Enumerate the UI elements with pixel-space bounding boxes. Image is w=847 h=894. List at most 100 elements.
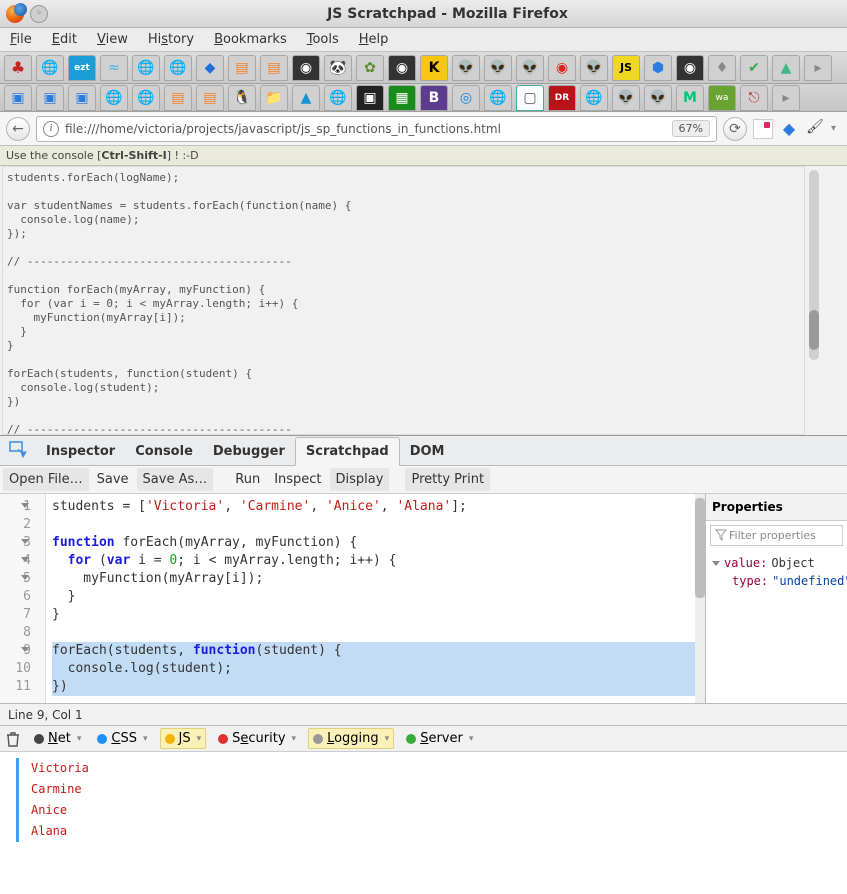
back-button[interactable]: ← bbox=[6, 117, 30, 141]
tab-17[interactable]: 👽 bbox=[516, 55, 544, 81]
filter-logging[interactable]: Logging▾ bbox=[308, 728, 394, 749]
navigation-bar: ← i file:///home/victoria/projects/javas… bbox=[0, 112, 847, 146]
tab-scratchpad[interactable]: Scratchpad bbox=[295, 437, 400, 466]
filter-server[interactable]: Server▾ bbox=[402, 729, 477, 748]
code-area[interactable]: students = ['Victoria', 'Carmine', 'Anic… bbox=[46, 494, 705, 703]
tab-b15[interactable]: ◎ bbox=[452, 85, 480, 111]
tab-b19[interactable]: 🌐 bbox=[580, 85, 608, 111]
tab-9[interactable]: ▤ bbox=[260, 55, 288, 81]
prop-row-type[interactable]: type: "undefined" bbox=[712, 572, 841, 590]
filter-js[interactable]: JS▾ bbox=[160, 728, 207, 749]
menu-tools[interactable]: Tools bbox=[307, 32, 339, 47]
pocket-icon[interactable] bbox=[753, 119, 773, 139]
tab-b20[interactable]: 👽 bbox=[612, 85, 640, 111]
tab-13[interactable]: ◉ bbox=[388, 55, 416, 81]
tab-b14[interactable]: B bbox=[420, 85, 448, 111]
save-as-button[interactable]: Save As… bbox=[137, 468, 214, 491]
tab-b12[interactable]: ▣ bbox=[356, 85, 384, 111]
tab-10[interactable]: ◉ bbox=[292, 55, 320, 81]
tab-b25[interactable]: ▸ bbox=[772, 85, 800, 111]
tab-16[interactable]: 👽 bbox=[484, 55, 512, 81]
tab-b23[interactable]: wa bbox=[708, 85, 736, 111]
menu-history[interactable]: History bbox=[148, 32, 194, 47]
tab-b7[interactable]: ▤ bbox=[196, 85, 224, 111]
filter-security[interactable]: Security▾ bbox=[214, 729, 300, 748]
tab-3[interactable]: ezt bbox=[68, 55, 96, 81]
tab-15[interactable]: 👽 bbox=[452, 55, 480, 81]
tab-dom[interactable]: DOM bbox=[400, 438, 455, 465]
tab-24[interactable]: ✔ bbox=[740, 55, 768, 81]
menu-file[interactable]: File bbox=[10, 32, 32, 47]
tab-25[interactable]: ▲ bbox=[772, 55, 800, 81]
zoom-level[interactable]: 67% bbox=[672, 120, 710, 137]
properties-filter[interactable]: Filter properties bbox=[710, 525, 843, 546]
filter-css[interactable]: CSS▾ bbox=[93, 729, 151, 748]
overflow-icon[interactable]: ▾ bbox=[831, 123, 841, 134]
tab-console[interactable]: Console bbox=[125, 438, 203, 465]
tab-b21[interactable]: 👽 bbox=[644, 85, 672, 111]
tab-b4[interactable]: 🌐 bbox=[100, 85, 128, 111]
infobar-prefix: Use the console [ bbox=[6, 149, 101, 162]
tab-b24[interactable]: ⎋ bbox=[740, 85, 768, 111]
tab-debugger[interactable]: Debugger bbox=[203, 438, 295, 465]
tab-4[interactable]: ≈ bbox=[100, 55, 128, 81]
menu-help[interactable]: Help bbox=[359, 32, 389, 47]
window-button[interactable]: ◦ bbox=[30, 5, 48, 23]
tab-6[interactable]: 🌐 bbox=[164, 55, 192, 81]
tab-21[interactable]: ⬢ bbox=[644, 55, 672, 81]
filter-net[interactable]: Net▾ bbox=[30, 729, 85, 748]
tab-1[interactable]: ♣ bbox=[4, 55, 32, 81]
tab-b9[interactable]: 📁 bbox=[260, 85, 288, 111]
tab-b6[interactable]: ▤ bbox=[164, 85, 192, 111]
menu-edit[interactable]: Edit bbox=[52, 32, 77, 47]
menu-bookmarks[interactable]: Bookmarks bbox=[214, 32, 287, 47]
url-bar[interactable]: i file:///home/victoria/projects/javascr… bbox=[36, 116, 717, 142]
tab-b1[interactable]: ▣ bbox=[4, 85, 32, 111]
tab-b22[interactable]: M bbox=[676, 85, 704, 111]
tab-14[interactable]: K bbox=[420, 55, 448, 81]
console-output[interactable]: Victoria Carmine Anice Alana bbox=[0, 752, 847, 894]
extension-icon-1[interactable]: ◆ bbox=[779, 119, 799, 139]
tab-23[interactable]: ♦ bbox=[708, 55, 736, 81]
run-button[interactable]: Run bbox=[229, 468, 266, 491]
page-infobar: Use the console [ Ctrl-Shift-I ] ! :-D bbox=[0, 146, 847, 166]
tab-12[interactable]: ✿ bbox=[356, 55, 384, 81]
display-button[interactable]: Display bbox=[330, 468, 390, 491]
tab-b8[interactable]: 🐧 bbox=[228, 85, 256, 111]
save-button[interactable]: Save bbox=[91, 468, 135, 491]
tab-b17[interactable]: ▢ bbox=[516, 85, 544, 111]
tab-2[interactable]: 🌐 bbox=[36, 55, 64, 81]
tab-inspector[interactable]: Inspector bbox=[36, 438, 125, 465]
devtools-pick-icon[interactable] bbox=[6, 438, 30, 462]
tab-b10[interactable]: ▲ bbox=[292, 85, 320, 111]
site-info-icon[interactable]: i bbox=[43, 121, 59, 137]
tab-b16[interactable]: 🌐 bbox=[484, 85, 512, 111]
tab-11[interactable]: 🐼 bbox=[324, 55, 352, 81]
inspect-button[interactable]: Inspect bbox=[268, 468, 327, 491]
reload-button[interactable]: ⟳ bbox=[723, 117, 747, 141]
page-scrollbar[interactable] bbox=[809, 170, 819, 360]
code-scrollbar[interactable] bbox=[695, 494, 705, 703]
open-file-button[interactable]: Open File… bbox=[3, 468, 89, 491]
extension-icon-2[interactable]: 🖌 bbox=[805, 119, 825, 139]
tab-b11[interactable]: 🌐 bbox=[324, 85, 352, 111]
tab-20[interactable]: JS bbox=[612, 55, 640, 81]
window-title: JS Scratchpad - Mozilla Firefox bbox=[54, 6, 841, 22]
tab-26[interactable]: ▸ bbox=[804, 55, 832, 81]
clear-console-icon[interactable] bbox=[6, 731, 22, 747]
tab-7[interactable]: ◆ bbox=[196, 55, 224, 81]
tab-b3[interactable]: ▣ bbox=[68, 85, 96, 111]
tab-b5[interactable]: 🌐 bbox=[132, 85, 160, 111]
tab-b18[interactable]: DR bbox=[548, 85, 576, 111]
tab-18[interactable]: ◉ bbox=[548, 55, 576, 81]
tab-b13[interactable]: ▦ bbox=[388, 85, 416, 111]
tab-19[interactable]: 👽 bbox=[580, 55, 608, 81]
menu-view[interactable]: View bbox=[97, 32, 128, 47]
tab-b2[interactable]: ▣ bbox=[36, 85, 64, 111]
prop-row-value[interactable]: value: Object bbox=[712, 554, 841, 572]
tab-5[interactable]: 🌐 bbox=[132, 55, 160, 81]
tab-22[interactable]: ◉ bbox=[676, 55, 704, 81]
expand-icon[interactable] bbox=[712, 561, 720, 566]
pretty-print-button[interactable]: Pretty Print bbox=[405, 468, 490, 491]
tab-8[interactable]: ▤ bbox=[228, 55, 256, 81]
